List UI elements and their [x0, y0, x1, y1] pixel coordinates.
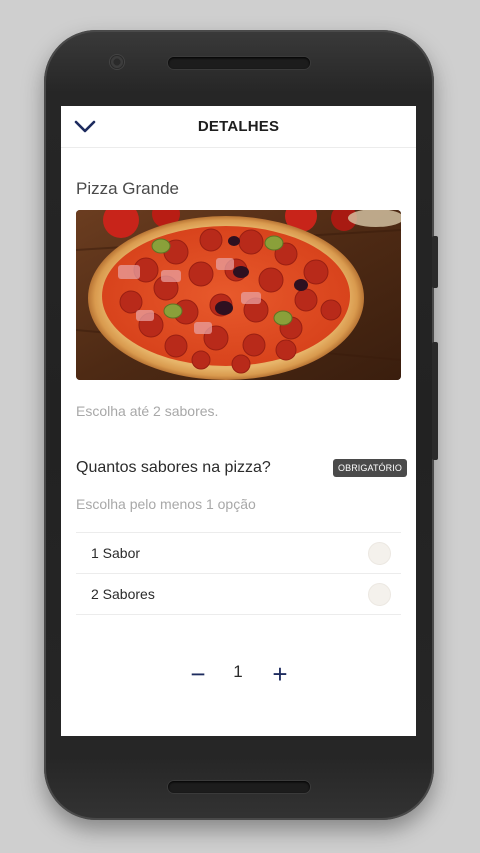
page-title: DETALHES [197, 118, 280, 135]
option-1-sabor[interactable]: 1 Sabor [76, 533, 401, 574]
radio-button[interactable] [368, 583, 391, 606]
increase-button[interactable]: + [266, 660, 294, 688]
product-image [76, 210, 401, 380]
option-list: 1 Sabor 2 Sabores [76, 532, 401, 615]
question-title: Quantos sabores na pizza? [76, 459, 271, 476]
flavor-hint: Escolha até 2 sabores. [76, 403, 219, 419]
option-label: 2 Sabores [91, 586, 155, 602]
chevron-down-icon [74, 120, 96, 133]
phone-earpiece [168, 57, 310, 69]
option-2-sabores[interactable]: 2 Sabores [76, 574, 401, 615]
phone-camera [110, 55, 124, 69]
quantity-value: 1 [233, 662, 243, 681]
phone-bottom-speaker [168, 781, 310, 793]
app-screen: DETALHES Pizza Grande Escolha até 2 sabo… [61, 106, 416, 736]
phone-side-button [432, 236, 438, 288]
back-button[interactable] [71, 115, 99, 139]
option-label: 1 Sabor [91, 545, 141, 561]
question-hint: Escolha pelo menos 1 opção [76, 496, 256, 512]
decrease-button[interactable]: − [184, 660, 212, 688]
product-name: Pizza Grande [76, 179, 179, 198]
top-bar: DETALHES [61, 106, 416, 148]
phone-volume-button [432, 342, 438, 460]
quantity-stepper: − 1 + [61, 656, 416, 692]
required-badge: OBRIGATÓRIO [333, 459, 407, 477]
radio-button[interactable] [368, 542, 391, 565]
